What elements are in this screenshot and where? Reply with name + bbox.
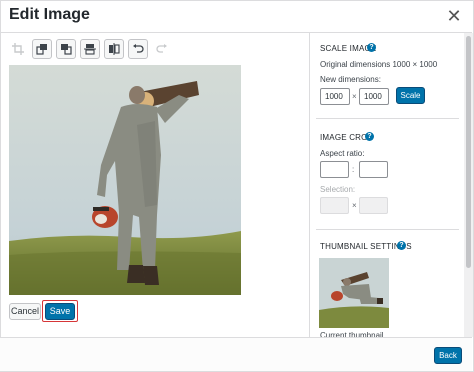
new-dimensions-label: New dimensions: <box>320 75 381 84</box>
original-dimensions-text: Original dimensions 1000 × 1000 <box>320 60 438 69</box>
rotate-left-button[interactable] <box>32 39 52 59</box>
dialog-title: Edit Image <box>9 6 90 23</box>
dialog-header: Edit Image ✕ <box>0 0 472 33</box>
scale-width-input[interactable]: 1000 <box>320 88 350 105</box>
section-divider <box>316 118 459 119</box>
flip-horizontal-button[interactable] <box>104 39 124 59</box>
selection-width-input[interactable] <box>320 197 349 214</box>
selection-times-separator: × <box>352 201 357 210</box>
flip-vertical-icon <box>84 44 96 55</box>
aspect-ratio-height-input[interactable] <box>359 161 388 178</box>
image-preview[interactable] <box>9 65 241 295</box>
save-button[interactable]: Save <box>45 303 75 320</box>
undo-button[interactable] <box>128 39 148 59</box>
rotate-right-icon <box>61 44 72 55</box>
scale-button[interactable]: Scale <box>396 87 425 104</box>
crop-icon <box>12 43 24 55</box>
rotate-left-icon <box>36 44 47 55</box>
redo-button[interactable] <box>152 39 172 59</box>
sidebar-scroll-thumb[interactable] <box>466 36 471 268</box>
current-thumbnail-image <box>319 258 389 328</box>
photo-worker-carrying-log <box>9 65 241 295</box>
redo-icon <box>156 44 167 53</box>
back-button[interactable]: Back <box>434 347 462 364</box>
aspect-ratio-separator: : <box>352 165 355 174</box>
dialog-footer <box>0 337 472 371</box>
section-divider <box>316 229 459 230</box>
flip-horizontal-icon <box>109 43 120 55</box>
rotate-right-button[interactable] <box>56 39 76 59</box>
selection-height-input[interactable] <box>359 197 388 214</box>
selection-label: Selection: <box>320 185 356 194</box>
aspect-ratio-label: Aspect ratio: <box>320 149 365 158</box>
crop-button[interactable] <box>8 39 28 59</box>
cancel-button[interactable]: Cancel <box>9 303 41 320</box>
thumbnail-help-icon[interactable]: ? <box>397 241 406 250</box>
scale-times-separator: × <box>352 92 357 101</box>
thumbnail-photo <box>319 258 389 328</box>
aspect-ratio-width-input[interactable] <box>320 161 349 178</box>
flip-vertical-button[interactable] <box>80 39 100 59</box>
scale-help-icon[interactable]: ? <box>367 43 376 52</box>
close-icon[interactable]: ✕ <box>444 6 464 26</box>
crop-help-icon[interactable]: ? <box>365 132 374 141</box>
scale-height-input[interactable]: 1000 <box>359 88 389 105</box>
undo-icon <box>133 44 144 53</box>
